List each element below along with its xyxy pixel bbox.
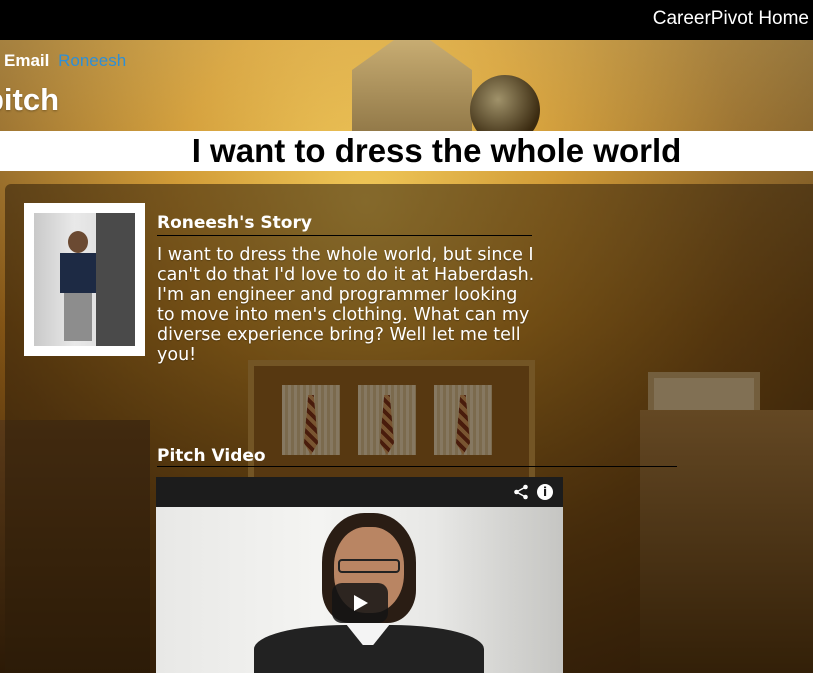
photo-person-legs: [64, 293, 92, 341]
video-top-bar: i: [156, 477, 563, 507]
top-nav-bar: CareerPivot Home: [0, 0, 813, 40]
careerpivot-home-link[interactable]: CareerPivot Home: [653, 8, 809, 30]
play-icon[interactable]: [332, 583, 388, 623]
profile-photo: [34, 213, 135, 346]
video-divider: [157, 466, 677, 467]
video-title: Pitch Video: [157, 446, 266, 466]
page: CareerPivot Home Email Roneesh pitch I w…: [0, 0, 813, 673]
photo-person-body: [60, 253, 96, 293]
email-label: Email: [4, 51, 50, 70]
pitch-headline: I want to dress the whole world: [191, 132, 682, 169]
info-icon[interactable]: i: [537, 484, 553, 500]
photo-door: [96, 213, 135, 346]
photo-person-head: [68, 231, 88, 253]
share-icon[interactable]: [513, 484, 529, 500]
story-text: I want to dress the whole world, but sin…: [157, 245, 535, 365]
email-line: Email Roneesh: [4, 51, 126, 71]
email-link[interactable]: Roneesh: [58, 51, 126, 70]
pitch-video-player[interactable]: i: [156, 477, 563, 673]
profile-photo-frame: [24, 203, 145, 356]
section-heading: pitch: [0, 82, 60, 117]
story-divider: [157, 235, 532, 236]
thumbnail-glasses: [338, 559, 400, 573]
story-title: Roneesh's Story: [157, 213, 312, 233]
